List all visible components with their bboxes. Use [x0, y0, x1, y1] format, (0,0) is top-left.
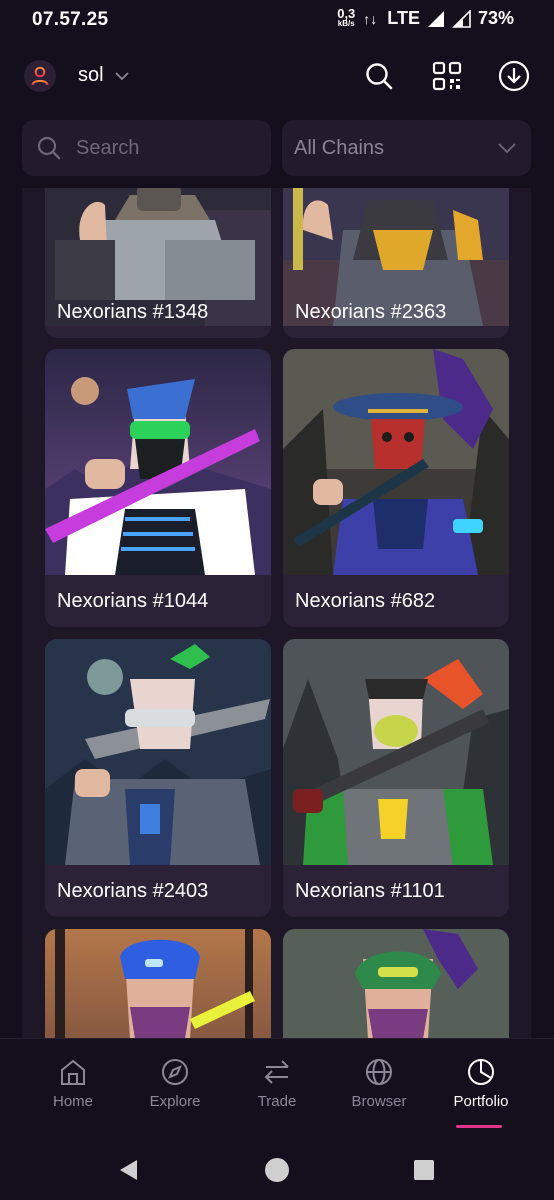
nft-image	[283, 639, 509, 865]
nft-card[interactable]: Nexorians #1044	[45, 349, 271, 627]
receive-button[interactable]	[496, 58, 532, 94]
nft-card[interactable]: Nexorians #2363	[283, 188, 509, 338]
nft-name: Nexorians #682	[295, 590, 436, 612]
nft-image	[45, 929, 271, 1040]
data-arrows-icon: ↑↓	[363, 10, 378, 27]
search-icon	[37, 136, 61, 160]
search-input[interactable]	[74, 135, 248, 161]
compass-icon	[162, 1059, 188, 1085]
status-time: 07.57.25	[32, 9, 109, 30]
header: sol	[0, 44, 554, 108]
nft-name: Nexorians #2403	[57, 880, 209, 902]
search-field[interactable]	[22, 120, 271, 176]
status-bar: 07.57.25 0,3 kB/s ↑↓ LTE 73%	[0, 0, 554, 42]
chain-filter-value: All Chains	[294, 136, 385, 159]
net-speed: 0,3 kB/s	[337, 5, 356, 29]
nav-home[interactable]: Home	[28, 1057, 118, 1110]
nft-image	[283, 929, 509, 1040]
pie-chart-icon	[468, 1059, 494, 1085]
bottom-nav: Home Explore Trade Browser Portfolio	[0, 1038, 554, 1139]
nav-trade-label: Trade	[257, 1093, 297, 1110]
user-icon	[31, 66, 49, 86]
globe-icon	[366, 1059, 392, 1085]
recents-button[interactable]	[410, 1156, 438, 1184]
home-icon	[61, 1059, 85, 1085]
search-icon	[366, 63, 393, 90]
battery-percent: 73%	[477, 8, 514, 28]
avatar[interactable]	[24, 60, 56, 92]
net-speed-unit: kB/s	[337, 18, 355, 28]
nav-portfolio-label: Portfolio	[453, 1093, 509, 1110]
net-speed-value: 0,3	[337, 5, 356, 21]
nft-image	[45, 349, 271, 575]
nft-name: Nexorians #1101	[295, 880, 445, 902]
nft-name: Nexorians #1044	[57, 590, 209, 612]
active-tab-indicator	[456, 1125, 502, 1128]
signal-icon	[427, 10, 444, 27]
nft-card[interactable]: Nexorians #2403	[45, 639, 271, 917]
home-button[interactable]	[263, 1156, 291, 1184]
nav-browser-label: Browser	[351, 1093, 407, 1110]
nft-image	[283, 349, 509, 575]
account-selector[interactable]: sol	[78, 64, 130, 87]
status-indicators: 0,3 kB/s ↑↓ LTE 73%	[337, 5, 514, 29]
nav-explore-label: Explore	[149, 1093, 201, 1110]
signal-2-icon	[452, 9, 471, 28]
download-icon	[498, 60, 530, 92]
chevron-down-icon	[498, 143, 516, 154]
nft-grid: Nexorians #1348 Nexorians #2363 Nexorian…	[22, 188, 531, 1040]
nft-card[interactable]: Nexorians #1101	[283, 639, 509, 917]
search-button[interactable]	[361, 58, 397, 94]
swap-icon	[264, 1060, 289, 1084]
nft-name: Nexorians #2363	[295, 301, 447, 323]
nav-explore[interactable]: Explore	[130, 1057, 220, 1110]
nft-card[interactable]	[45, 929, 271, 1040]
account-name: sol	[78, 64, 104, 86]
qr-scan-button[interactable]	[429, 58, 465, 94]
network-type: LTE	[387, 8, 420, 28]
chevron-down-icon	[114, 71, 129, 80]
recents-square-icon	[414, 1160, 434, 1180]
nav-trade[interactable]: Trade	[232, 1057, 322, 1110]
nav-portfolio[interactable]: Portfolio	[436, 1057, 526, 1110]
nav-browser[interactable]: Browser	[334, 1057, 424, 1110]
nft-name: Nexorians #1348	[57, 301, 209, 323]
nft-card[interactable]	[283, 929, 509, 1040]
qr-scan-icon	[432, 61, 462, 91]
chain-filter-dropdown[interactable]: All Chains	[282, 120, 531, 176]
nav-home-label: Home	[52, 1093, 93, 1110]
home-circle-icon	[265, 1158, 289, 1182]
back-button[interactable]	[114, 1156, 142, 1184]
nft-image	[45, 639, 271, 865]
system-nav-bar	[0, 1138, 554, 1200]
back-triangle-icon	[120, 1160, 137, 1180]
nft-card[interactable]: Nexorians #1348	[45, 188, 271, 338]
nft-card[interactable]: Nexorians #682	[283, 349, 509, 627]
